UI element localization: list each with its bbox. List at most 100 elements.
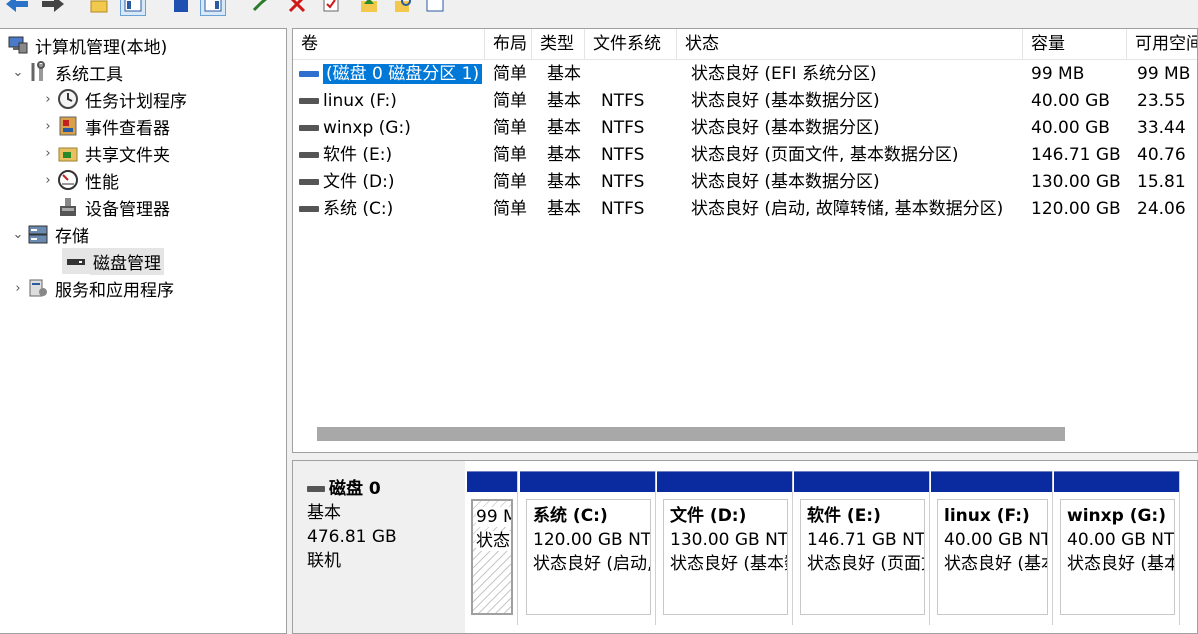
folder-up-icon[interactable]: [86, 0, 112, 16]
layout-cell: 简单: [493, 199, 527, 219]
free-space-cell: 15.81: [1137, 172, 1186, 192]
status-cell: 状态良好 (基本数据分区): [691, 91, 880, 111]
partition-size: 40.00 GB NTFS: [944, 530, 1047, 550]
tree-item-disk-management[interactable]: 磁盘管理: [62, 247, 164, 275]
shared-folder-icon: [56, 142, 80, 164]
performance-icon: [56, 169, 80, 191]
column-header-free-space[interactable]: 可用空间: [1127, 29, 1197, 60]
status-cell: 状态良好 (启动, 故障转储, 基本数据分区): [691, 199, 1004, 219]
help-icon[interactable]: [168, 0, 194, 16]
volume-icon: [299, 71, 319, 77]
tree-label: 服务和应用程序: [55, 280, 174, 301]
tree-label: 存储: [55, 226, 89, 247]
column-header-type[interactable]: 类型: [532, 29, 585, 60]
partition-body: 系统 (C:) 120.00 GB NTFS 状态良好 (启动, 故障转储): [526, 499, 651, 615]
table-row[interactable]: linux (F:) 简单 基本 NTFS 状态良好 (基本数据分区) 40.0…: [293, 88, 1197, 115]
storage-icon: [26, 223, 50, 245]
table-row[interactable]: (磁盘 0 磁盘分区 1) 简单 基本 状态良好 (EFI 系统分区) 99 M…: [293, 61, 1197, 88]
table-row[interactable]: 系统 (C:) 简单 基本 NTFS 状态良好 (启动, 故障转储, 基本数据分…: [293, 196, 1197, 223]
partition-f[interactable]: linux (F:) 40.00 GB NTFS 状态良好 (基本数据分区): [931, 471, 1053, 625]
services-icon: [26, 277, 50, 299]
forward-arrow-icon[interactable]: [40, 0, 66, 16]
partition-status: 状态良好 (基本数据分区): [944, 554, 1047, 574]
partition-status: 状态良好: [476, 531, 511, 551]
partition-efi[interactable]: 99 MB 状态良好: [467, 471, 518, 625]
table-row[interactable]: 软件 (E:) 简单 基本 NTFS 状态良好 (页面文件, 基本数据分区) 1…: [293, 142, 1197, 169]
chevron-down-icon[interactable]: ⌄: [10, 227, 26, 242]
partition-body: linux (F:) 40.00 GB NTFS 状态良好 (基本数据分区): [937, 499, 1048, 615]
tree-item-storage[interactable]: ⌄ 存储: [10, 221, 89, 247]
connect-icon[interactable]: [248, 0, 274, 16]
tree-item-computer-management[interactable]: 计算机管理(本地): [6, 32, 167, 58]
table-row[interactable]: 文件 (D:) 简单 基本 NTFS 状态良好 (基本数据分区) 130.00 …: [293, 169, 1197, 196]
tree-item-task-scheduler[interactable]: › 任务计划程序: [40, 86, 187, 112]
chevron-down-icon[interactable]: ⌄: [10, 65, 26, 80]
free-space-cell: 33.44: [1137, 118, 1186, 138]
chevron-right-icon[interactable]: ›: [10, 281, 26, 296]
clock-icon: [56, 88, 80, 110]
show-tree-icon[interactable]: [120, 0, 146, 16]
tree-label: 系统工具: [55, 64, 123, 85]
disk-size: 476.81 GB: [307, 527, 397, 547]
partition-status: 状态良好 (页面文件): [807, 554, 924, 574]
volume-icon: [299, 206, 319, 212]
type-cell: 基本: [547, 172, 581, 192]
free-space-cell: 99 MB: [1137, 64, 1191, 84]
list-view-icon[interactable]: [422, 0, 448, 16]
free-space-cell: 40.76: [1137, 145, 1186, 165]
volume-icon: [299, 125, 319, 131]
partition-size: 40.00 GB NTFS: [1067, 530, 1175, 550]
event-viewer-icon: [56, 115, 80, 137]
partition-g[interactable]: winxp (G:) 40.00 GB NTFS 状态良好 (基本数据分区): [1054, 471, 1180, 625]
column-header-layout[interactable]: 布局: [485, 29, 532, 60]
tree-item-shared-folders[interactable]: › 共享文件夹: [40, 140, 170, 166]
action-pane-icon[interactable]: [200, 0, 226, 16]
chevron-right-icon[interactable]: ›: [40, 173, 56, 188]
tree-item-device-manager[interactable]: 设备管理器: [56, 194, 170, 220]
column-header-status[interactable]: 状态: [677, 29, 1023, 60]
status-cell: 状态良好 (基本数据分区): [691, 172, 880, 192]
filesystem-cell: NTFS: [601, 199, 645, 219]
chevron-right-icon[interactable]: ›: [40, 119, 56, 134]
tree-item-services-apps[interactable]: › 服务和应用程序: [10, 275, 174, 301]
chevron-right-icon[interactable]: ›: [40, 92, 56, 107]
partition-name: 系统 (C:): [533, 506, 608, 526]
layout-cell: 简单: [493, 145, 527, 165]
volume-icon: [299, 98, 319, 104]
volume-cell: linux (F:): [299, 88, 397, 115]
up-folder-icon[interactable]: [356, 0, 382, 16]
column-header-volume[interactable]: 卷: [293, 29, 485, 60]
partition-name: winxp (G:): [1067, 506, 1166, 526]
partition-e[interactable]: 软件 (E:) 146.71 GB NTFS 状态良好 (页面文件): [794, 471, 930, 625]
column-header-capacity[interactable]: 容量: [1023, 29, 1127, 60]
partition-c[interactable]: 系统 (C:) 120.00 GB NTFS 状态良好 (启动, 故障转储): [520, 471, 656, 625]
list-header: 卷 布局 类型 文件系统 状态 容量 可用空间: [293, 29, 1197, 60]
horizontal-scrollbar-thumb[interactable]: [317, 427, 1065, 441]
tree-label: 共享文件夹: [85, 145, 170, 166]
properties-icon[interactable]: [318, 0, 344, 16]
type-cell: 基本: [547, 145, 581, 165]
free-space-cell: 23.55: [1137, 91, 1186, 111]
tree-item-system-tools[interactable]: ⌄ 系统工具: [10, 59, 123, 85]
disk-info[interactable]: 磁盘 0 基本 476.81 GB 联机: [293, 461, 465, 633]
table-row[interactable]: winxp (G:) 简单 基本 NTFS 状态良好 (基本数据分区) 40.0…: [293, 115, 1197, 142]
volume-cell: (磁盘 0 磁盘分区 1): [299, 61, 483, 88]
layout-cell: 简单: [493, 91, 527, 111]
capacity-cell: 146.71 GB: [1031, 145, 1121, 165]
back-arrow-icon[interactable]: [4, 0, 30, 16]
device-manager-icon: [56, 196, 80, 218]
volume-cell: 软件 (E:): [299, 142, 392, 169]
status-cell: 状态良好 (EFI 系统分区): [691, 64, 877, 84]
delete-icon[interactable]: [284, 0, 310, 16]
tree-item-performance[interactable]: › 性能: [40, 167, 119, 193]
search-icon[interactable]: [390, 0, 416, 16]
partition-bar: [1054, 471, 1179, 492]
chevron-right-icon[interactable]: ›: [40, 146, 56, 161]
capacity-cell: 130.00 GB: [1031, 172, 1121, 192]
volume-cell: 文件 (D:): [299, 169, 395, 196]
partition-d[interactable]: 文件 (D:) 130.00 GB NTFS 状态良好 (基本数据分区): [657, 471, 793, 625]
tree-item-event-viewer[interactable]: › 事件查看器: [40, 113, 170, 139]
tree-label: 计算机管理(本地): [35, 37, 168, 58]
column-header-filesystem[interactable]: 文件系统: [585, 29, 677, 60]
partition-body: 软件 (E:) 146.71 GB NTFS 状态良好 (页面文件): [800, 499, 925, 615]
